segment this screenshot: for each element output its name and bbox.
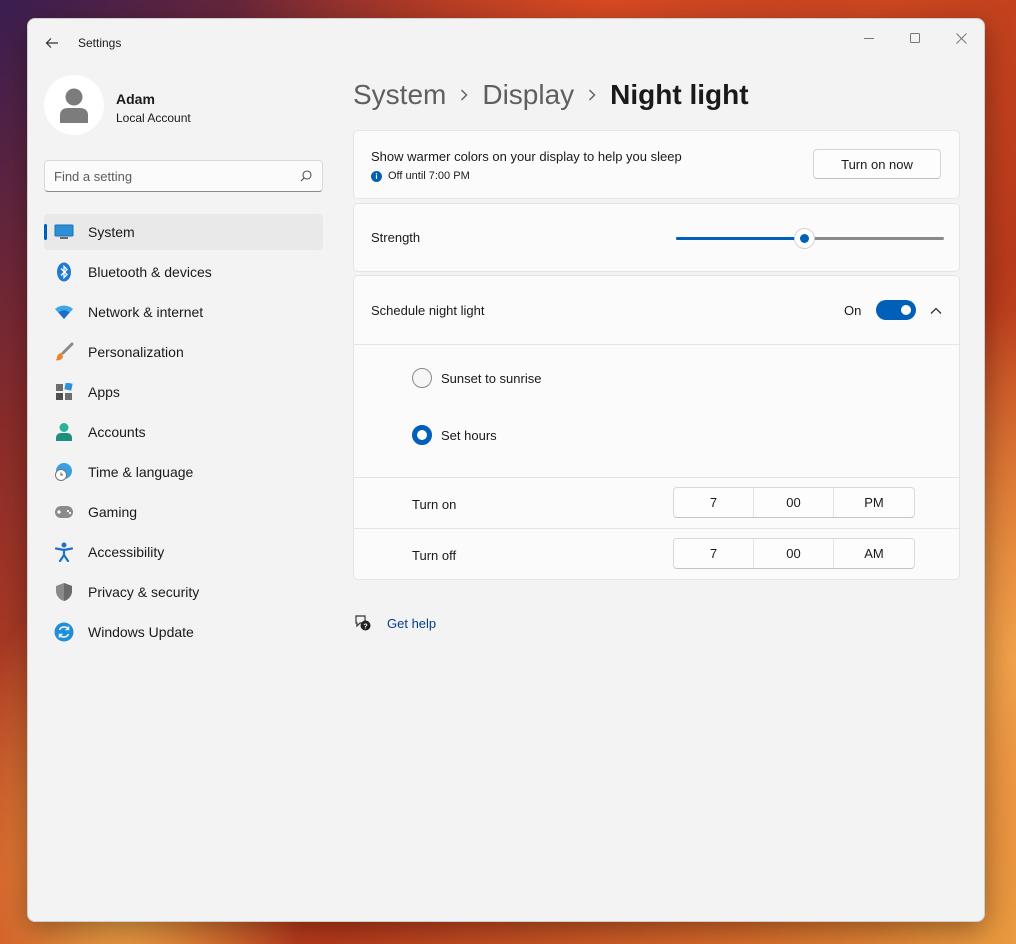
sidebar-item-privacy-security[interactable]: Privacy & security — [44, 574, 323, 610]
divider — [354, 528, 959, 529]
chevron-up-icon — [930, 307, 942, 314]
toggle-state-label: On — [844, 303, 862, 318]
page-title: Night light — [610, 79, 749, 110]
chevron-right-icon — [460, 89, 468, 101]
user-name: Adam — [116, 91, 155, 107]
search-icon[interactable] — [300, 169, 312, 187]
sidebar-item-accounts[interactable]: Accounts — [44, 414, 323, 450]
sidebar-item-label: Privacy & security — [88, 584, 200, 600]
sidebar-nav: System Bluetooth & devices Network & int… — [44, 214, 323, 654]
sidebar-item-network[interactable]: Network & internet — [44, 294, 323, 330]
radio-label: Sunset to sunrise — [441, 370, 542, 386]
brush-icon — [54, 342, 74, 361]
maximize-button[interactable] — [892, 23, 938, 53]
sidebar-item-label: Time & language — [88, 464, 194, 480]
turn-on-hour[interactable]: 7 — [674, 488, 754, 517]
svg-text:?: ? — [363, 623, 367, 630]
schedule-header[interactable]: Schedule night light On — [354, 276, 959, 344]
night-light-description: Show warmer colors on your display to he… — [371, 149, 682, 164]
turn-on-minute[interactable]: 00 — [754, 488, 834, 517]
strength-label: Strength — [371, 230, 421, 245]
app-title: Settings — [78, 36, 122, 50]
gamepad-icon — [54, 503, 74, 521]
divider — [354, 344, 959, 345]
divider — [354, 477, 959, 478]
turn-off-minute[interactable]: 00 — [754, 539, 834, 568]
sidebar-item-bluetooth[interactable]: Bluetooth & devices — [44, 254, 323, 290]
turn-on-label: Turn on — [412, 497, 457, 512]
sidebar-item-label: Windows Update — [88, 624, 194, 640]
breadcrumb: System Display Night light — [353, 75, 749, 115]
schedule-card: Schedule night light On Sunset to sunris… — [353, 275, 960, 580]
sidebar-item-personalization[interactable]: Personalization — [44, 334, 323, 370]
avatar — [44, 75, 104, 135]
strength-card: Strength — [353, 203, 960, 272]
apps-icon — [54, 383, 74, 401]
sidebar-item-label: Network & internet — [88, 304, 204, 320]
radio-button[interactable] — [412, 368, 432, 388]
turn-on-time-picker[interactable]: 7 00 PM — [673, 487, 915, 518]
minimize-button[interactable] — [846, 23, 892, 53]
accessibility-icon — [54, 542, 74, 562]
person-icon — [54, 423, 74, 441]
settings-window: Settings Adam Local Account System — [27, 18, 985, 922]
strength-slider[interactable] — [676, 229, 944, 249]
update-icon — [54, 622, 74, 642]
turn-off-time-picker[interactable]: 7 00 AM — [673, 538, 915, 569]
turn-off-period[interactable]: AM — [834, 539, 914, 568]
search-box[interactable] — [44, 160, 323, 192]
radio-sunset-to-sunrise[interactable]: Sunset to sunrise — [412, 368, 541, 388]
sidebar-item-time-language[interactable]: Time & language — [44, 454, 323, 490]
turn-off-label: Turn off — [412, 548, 457, 563]
night-light-status-text: Off until 7:00 PM — [388, 170, 470, 182]
sidebar-item-accessibility[interactable]: Accessibility — [44, 534, 323, 570]
sidebar-item-system[interactable]: System — [44, 214, 323, 250]
collapse-button[interactable] — [927, 302, 945, 320]
radio-set-hours[interactable]: Set hours — [412, 425, 497, 445]
slider-thumb[interactable] — [794, 229, 814, 248]
sidebar-item-label: Apps — [88, 384, 120, 400]
search-input[interactable] — [54, 161, 284, 191]
person-avatar-icon — [60, 88, 88, 123]
radio-button[interactable] — [412, 425, 432, 445]
radio-label: Set hours — [441, 427, 497, 443]
night-light-status: i Off until 7:00 PM — [371, 170, 470, 182]
sidebar-item-label: Accessibility — [88, 544, 165, 560]
info-icon: i — [371, 170, 382, 182]
schedule-label: Schedule night light — [371, 303, 485, 318]
breadcrumb-system[interactable]: System — [353, 79, 446, 111]
back-arrow-icon — [45, 38, 58, 48]
close-icon — [955, 32, 967, 44]
sidebar-item-apps[interactable]: Apps — [44, 374, 323, 410]
close-button[interactable] — [938, 23, 984, 53]
shield-icon — [54, 583, 74, 601]
help-chat-icon: ? — [353, 613, 373, 633]
get-help[interactable]: ? Get help — [353, 613, 436, 633]
get-help-link[interactable]: Get help — [387, 616, 436, 631]
night-light-card: Show warmer colors on your display to he… — [353, 130, 960, 199]
maximize-icon — [910, 33, 920, 43]
minimize-icon — [864, 38, 874, 39]
bluetooth-icon — [54, 262, 74, 282]
sidebar-item-windows-update[interactable]: Windows Update — [44, 614, 323, 650]
monitor-icon — [54, 223, 74, 241]
breadcrumb-display[interactable]: Display — [482, 79, 574, 111]
sidebar-item-label: Personalization — [88, 344, 184, 360]
turn-on-period[interactable]: PM — [834, 488, 914, 517]
sidebar-item-label: System — [88, 224, 135, 240]
slider-fill — [676, 237, 805, 240]
account-type: Local Account — [116, 111, 191, 125]
schedule-toggle[interactable] — [876, 300, 916, 320]
sidebar-item-label: Gaming — [88, 504, 138, 520]
sidebar-item-label: Accounts — [88, 424, 146, 440]
wifi-icon — [54, 303, 74, 321]
back-button[interactable] — [40, 31, 64, 55]
turn-on-now-button[interactable]: Turn on now — [813, 149, 941, 179]
title-bar: Settings — [28, 19, 984, 67]
sidebar-item-gaming[interactable]: Gaming — [44, 494, 323, 530]
globe-clock-icon — [54, 463, 74, 481]
sidebar-item-label: Bluetooth & devices — [88, 264, 212, 280]
turn-off-hour[interactable]: 7 — [674, 539, 754, 568]
chevron-right-icon — [588, 89, 596, 101]
